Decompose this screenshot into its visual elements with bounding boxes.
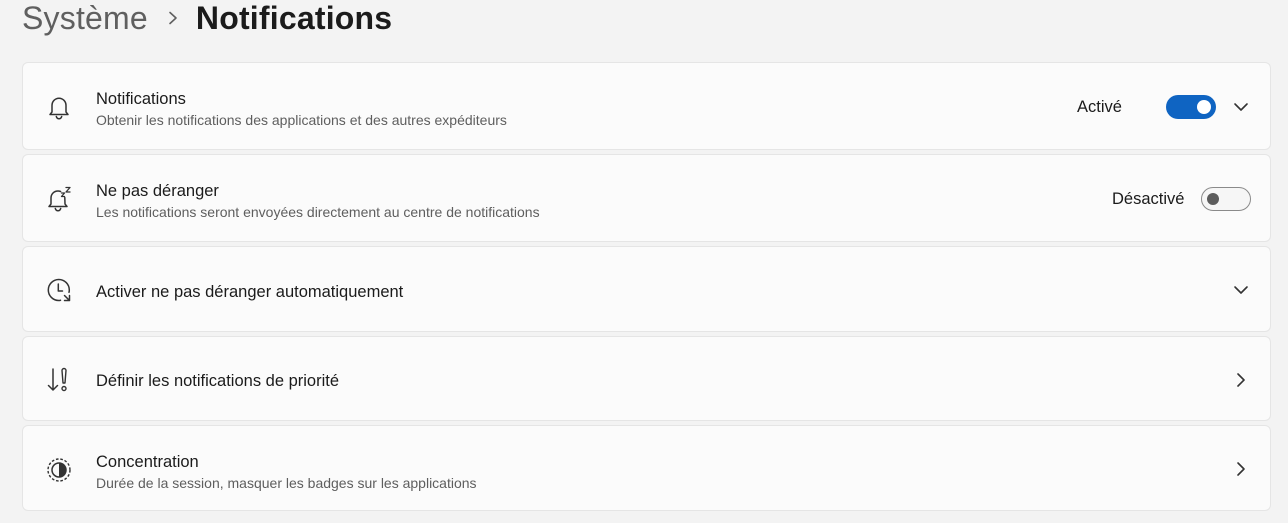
priority-notifications-title: Définir les notifications de priorité (96, 372, 340, 390)
notifications-title: Notifications (96, 90, 186, 108)
do-not-disturb-state-label: Désactivé (1112, 190, 1185, 208)
notifications-subtitle: Obtenir les notifications des applicatio… (96, 112, 507, 128)
chevron-down-icon[interactable] (1231, 280, 1251, 300)
page-title: Notifications (195, 0, 393, 36)
bell-icon (45, 93, 73, 121)
priority-notifications-text: Définir les notifications de priorité (96, 371, 339, 391)
notifications-state-label: Activé (1077, 98, 1122, 116)
notifications-card[interactable]: Notifications Obtenir les notifications … (22, 62, 1271, 150)
do-not-disturb-card[interactable]: Ne pas déranger Les notifications seront… (22, 154, 1271, 242)
auto-do-not-disturb-text: Activer ne pas déranger automatiquement (96, 282, 403, 302)
bell-snooze-icon (45, 185, 73, 213)
auto-do-not-disturb-title: Activer ne pas déranger automatiquement (96, 283, 404, 301)
auto-do-not-disturb-card[interactable]: Activer ne pas déranger automatiquement (22, 246, 1271, 332)
chevron-right-icon (168, 11, 178, 25)
do-not-disturb-subtitle: Les notifications seront envoyées direct… (96, 204, 540, 220)
chevron-right-icon[interactable] (1231, 459, 1251, 479)
notifications-text: Notifications Obtenir les notifications … (96, 89, 507, 129)
breadcrumb-parent[interactable]: Système (22, 0, 148, 37)
focus-title: Concentration (96, 453, 199, 471)
focus-subtitle: Durée de la session, masquer les badges … (96, 475, 477, 491)
priority-icon (45, 366, 73, 394)
do-not-disturb-title: Ne pas déranger (96, 182, 219, 200)
clock-icon (45, 276, 73, 304)
focus-text: Concentration Durée de la session, masqu… (96, 452, 477, 492)
do-not-disturb-toggle[interactable] (1201, 187, 1251, 211)
breadcrumb: Système Notifications (22, 0, 392, 40)
do-not-disturb-text: Ne pas déranger Les notifications seront… (96, 181, 540, 221)
priority-notifications-card[interactable]: Définir les notifications de priorité (22, 336, 1271, 421)
focus-card[interactable]: Concentration Durée de la session, masqu… (22, 425, 1271, 511)
toggle-knob (1197, 100, 1211, 114)
toggle-knob (1207, 193, 1219, 205)
chevron-down-icon[interactable] (1231, 97, 1251, 117)
focus-icon (45, 456, 73, 484)
chevron-right-icon[interactable] (1231, 370, 1251, 390)
notifications-toggle[interactable] (1166, 95, 1216, 119)
